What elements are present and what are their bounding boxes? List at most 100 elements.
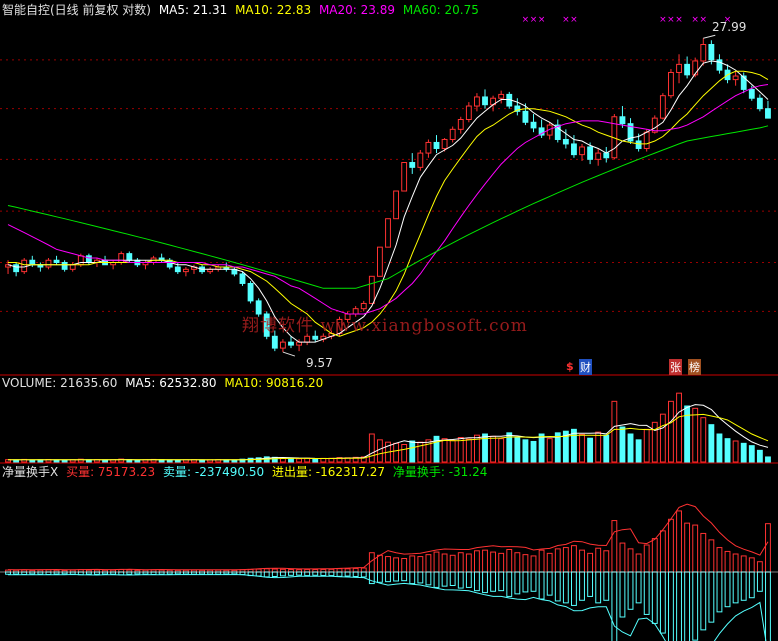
sell-bar [651,571,658,624]
price-panel-header: 智能自控(日线 前复权 对数) MA5: 21.31 MA10: 22.83 M… [2,3,483,17]
buy-bar [546,552,553,573]
buy-bar [376,554,383,573]
sell-bar [174,571,181,575]
candle-body [45,259,52,268]
ma60-legend: MA60: 20.75 [402,3,479,17]
volume-title: VOLUME: 21635.60 [2,376,118,390]
sell-bar [425,571,432,586]
sell-bar [498,571,505,592]
buy-bar [401,558,408,573]
buy-bar [336,568,343,573]
price-panel-title: 智能自控(日线 前复权 对数) [2,3,151,17]
sell-bar [312,571,319,576]
sell-bar [546,571,553,596]
buy-legend: 买量: 75173.23 [66,465,156,479]
buy-bar [457,552,464,573]
buy-bar [668,518,674,573]
volume-bar [579,433,585,463]
buy-bar [385,556,391,573]
sell-bar [231,571,238,575]
buy-envelope-line [7,503,769,571]
sell-bar [538,571,545,600]
buy-bar [748,557,755,573]
buy-bar [360,567,367,573]
event-badge-dollar[interactable]: $ [566,360,574,373]
candle-body [401,162,408,192]
buy-bar [611,520,618,573]
candle-body [271,335,278,349]
candle-body [29,259,36,266]
candle-body [85,255,92,263]
candle-body [409,162,416,168]
candle-body [425,141,432,154]
sell-bar [595,571,602,604]
sell-bar [668,571,674,641]
sell-bar [530,571,537,592]
signal-marker: × [691,15,699,25]
candle-body [676,63,682,73]
sell-bar [263,571,270,578]
buy-bar [579,549,585,573]
volume-bar [571,428,577,463]
candle-body [603,152,610,159]
buy-bar [587,552,594,573]
sell-bar [61,571,68,575]
buy-bar [684,522,691,573]
ma5-legend: MA5: 21.31 [158,3,228,17]
sell-bar [37,571,44,575]
volume-bar [603,434,610,463]
sell-bar [571,571,577,606]
event-badge-dragon-list[interactable]: 榜 [688,359,701,375]
buy-bar [708,539,715,573]
signal-marker: × [570,15,578,25]
sell-bar [756,571,763,592]
volume-bar [401,444,408,463]
sell-bar [676,571,682,641]
sell-bar [619,571,626,618]
candle-body [748,88,755,99]
buy-bar [643,544,650,573]
sell-bar [659,571,666,634]
volume-bar [13,459,20,463]
buy-bar [425,554,432,573]
volume-bar [692,407,699,463]
buy-bar [676,510,682,573]
candle-body [684,63,691,76]
volume-bar [368,433,375,463]
sell-bar [296,571,302,576]
buy-bar [716,547,723,573]
sell-bar [223,571,230,575]
buy-bar [433,551,440,573]
sell-bar [554,571,561,602]
sell-bar [506,571,513,597]
sell-bar [401,571,408,582]
low-pointer [282,351,296,357]
volume-bar [134,459,141,463]
sell-bar [635,571,642,604]
candle-body [765,108,771,119]
sell-bar [336,571,343,577]
buy-bar [409,555,416,573]
sell-bar [320,571,327,576]
buy-bar [635,553,642,573]
volume-bar [376,439,383,463]
volume-bar [457,437,464,463]
sell-bar [102,571,108,575]
sell-bar [150,571,157,575]
candle-body [498,93,505,99]
buy-bar [700,532,707,573]
event-badge-limit-up[interactable]: 张 [669,359,682,375]
sell-bar [522,571,529,593]
buy-bar [506,549,513,573]
sell-bar [166,571,173,575]
candle-body [385,218,391,248]
signal-marker: × [562,15,570,25]
ma10-legend: MA10: 22.83 [235,3,312,17]
volume-bar [765,456,771,463]
candle-body [304,335,311,343]
event-badge-finance[interactable]: 财 [579,359,592,375]
buy-bar [490,551,497,573]
ma-line-ma60 [7,125,769,289]
sell-bar [700,571,707,631]
volume-bar [296,458,302,463]
